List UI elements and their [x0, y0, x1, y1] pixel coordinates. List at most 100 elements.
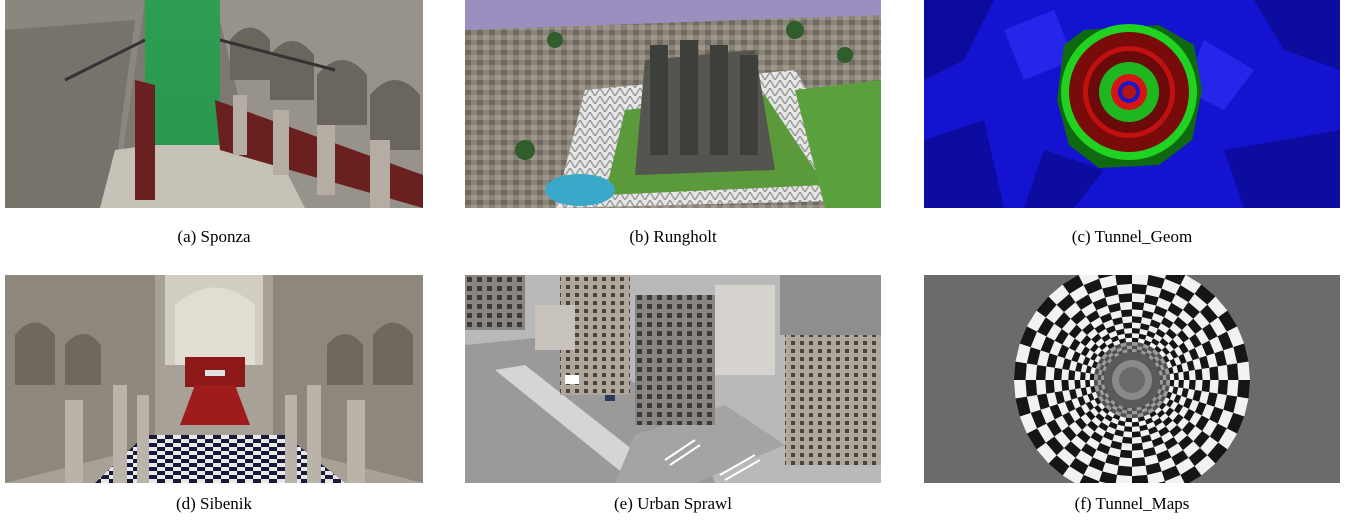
tunnel-checker-cell [1080, 371, 1086, 380]
tunnel-checker-cell [1132, 316, 1142, 324]
tunnel-checker-cell [1061, 368, 1070, 380]
tunnel-checker-cell [1126, 410, 1132, 415]
tunnel-checker-cell [1115, 474, 1132, 483]
tunnel-checker-cell [1226, 380, 1239, 397]
tunnel-checker-cell [1162, 380, 1167, 386]
tunnel-checker-cell [1132, 345, 1138, 350]
caption-tunnel-maps: (f) Tunnel_Maps [1074, 494, 1190, 513]
tunnel-checker-cell [1014, 380, 1027, 399]
tunnel-checker-cell [1209, 366, 1219, 380]
tunnel-checker-cell [1068, 380, 1076, 390]
tunnel-checker-cell [1201, 367, 1211, 380]
tunnel-checker-cell [1162, 374, 1167, 380]
tunnel-checker-cell [1132, 293, 1146, 303]
tunnel-checker-cell [1120, 309, 1132, 318]
tunnel-checker-cell [1169, 380, 1175, 387]
tunnel-checker-cell [1122, 436, 1132, 444]
tunnel-checker-cell [1132, 465, 1148, 477]
tunnel-checker-cell [1132, 283, 1148, 295]
tunnel-checker-cell [1122, 316, 1132, 324]
tunnel-checker-cell [1125, 337, 1132, 343]
tunnel-checker-cell [1132, 426, 1141, 432]
tunnel-checker-cell [1085, 372, 1091, 380]
tunnel-checker-cell [1132, 348, 1137, 353]
tunnel-checker-cell [1194, 380, 1203, 392]
tunnel-checker-cell [1123, 322, 1132, 329]
tunnel-checker-cell [1132, 275, 1149, 286]
tunnel-checker-cell [1169, 373, 1175, 380]
tunnel-checker-cell [1119, 449, 1132, 459]
tunnel-checker-cell [1126, 341, 1132, 347]
tunnel-checker-cell [1173, 380, 1179, 388]
tunnel-checker-cell [1132, 328, 1141, 334]
caption-tunnel-geom: (c) Tunnel_Geom [1071, 227, 1193, 246]
caption-sponza: (a) Sponza [177, 227, 251, 246]
sibenik-image [5, 275, 423, 483]
tunnel-checker-cell [1089, 380, 1095, 387]
tunnel-checker-cell [1132, 431, 1141, 438]
tunnel-checker-cell [1124, 333, 1132, 339]
tunnel-checker-cell [1132, 309, 1144, 318]
tunnel-checker-cell [1165, 380, 1171, 386]
tunnel-checker-cell [1132, 341, 1138, 347]
tunnel-checker-cell [1116, 465, 1132, 477]
tunnel-checker-cell [1132, 449, 1145, 459]
tunnel-checker-cell [1217, 364, 1229, 380]
tunnel-checker-cell [1178, 371, 1184, 380]
tunnel-checker-cell [1125, 417, 1132, 423]
tunnel-checker-cell [1132, 337, 1139, 343]
tunnel-checker-cell [1118, 457, 1132, 467]
tunnel-checker-cell [1159, 380, 1164, 385]
tunnel-checker-cell [1132, 410, 1138, 415]
caption-urban-sprawl: (e) Urban Sprawl [613, 494, 732, 513]
tunnel-checker-cell [1132, 421, 1140, 427]
tunnel-checker-cell [1097, 380, 1102, 386]
tunnel-checker-cell [1068, 370, 1076, 380]
tunnel-checker-cell [1074, 371, 1081, 380]
tunnel-checker-cell [1126, 413, 1132, 419]
rungholt-image [465, 0, 881, 208]
tunnel-checker-cell [1183, 371, 1190, 380]
tunnel-checker-cell [1159, 375, 1164, 380]
tunnel-checker-cell [1201, 380, 1211, 393]
tunnel-checker-cell [1132, 413, 1138, 419]
tunnel-checker-cell [1165, 374, 1171, 380]
tunnel-checker-cell [1237, 380, 1250, 399]
tunnel-checker-cell [1237, 361, 1250, 380]
tunnel-checker-cell [1132, 436, 1142, 444]
tunnel-checker-cell [1014, 361, 1027, 380]
tunnel-checker-cell [1025, 363, 1038, 380]
tunnel-checker-cell [1035, 364, 1047, 380]
tunnel-checker-cell [1118, 293, 1132, 303]
tunnel-checker-cell [1123, 328, 1132, 334]
tunnel-maps-image [924, 275, 1340, 483]
tunnel-checker-cell [1089, 373, 1095, 380]
tunnel-checker-cell [1119, 301, 1132, 311]
tunnel-checker-cell [1127, 407, 1132, 412]
tunnel-checker-cell [1093, 380, 1099, 386]
tunnel-checker-cell [1116, 283, 1132, 295]
tunnel-geom-image [924, 0, 1340, 208]
tunnel-checker-cell [1123, 431, 1132, 438]
tunnel-checker-cell [1035, 380, 1047, 396]
tunnel-checker-cell [1123, 426, 1132, 432]
tunnel-checker-cell [1188, 370, 1196, 380]
tunnel-checker-cell [1217, 380, 1229, 396]
tunnel-checker-cell [1178, 380, 1184, 389]
tunnel-checker-cell [1100, 380, 1105, 385]
tunnel-checker-cell [1053, 380, 1063, 393]
tunnel-checker-cell [1080, 380, 1086, 389]
tunnel-checker-cell [1074, 380, 1081, 389]
tunnel-checker-cell [1045, 366, 1055, 380]
tunnel-checker-cell [1132, 301, 1145, 311]
tunnel-checker-cell [1061, 380, 1070, 392]
tunnel-checker-cell [1132, 417, 1139, 423]
tunnel-checker-cell [1173, 372, 1179, 380]
caption-rungholt: (b) Rungholt [629, 227, 717, 246]
tunnel-checker-cell [1085, 380, 1091, 388]
tunnel-checker-cell [1124, 421, 1132, 427]
tunnel-checker-cell [1053, 367, 1063, 380]
tunnel-checker-cell [1183, 380, 1190, 389]
sponza-image [5, 0, 423, 208]
tunnel-checker-cell [1025, 380, 1038, 397]
